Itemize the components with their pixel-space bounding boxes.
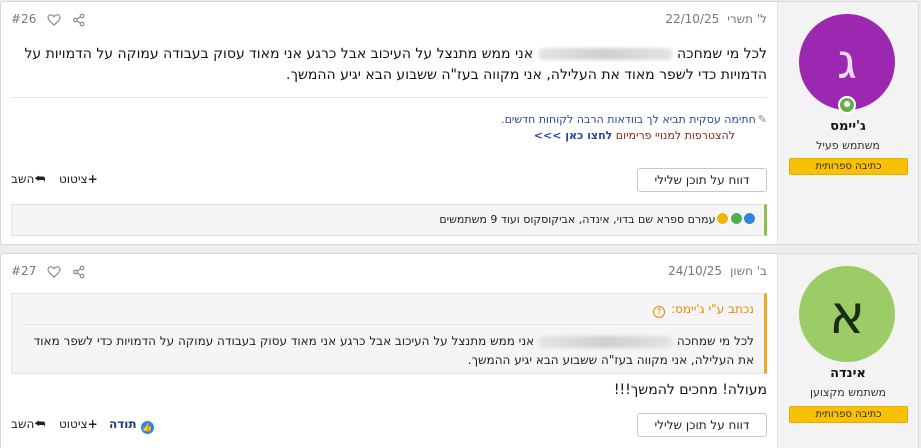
post-meta: ב' חשון 24/10/25 #27 bbox=[11, 264, 767, 280]
user-title: משתמש פעיל bbox=[816, 139, 880, 152]
bookmark-heart-icon[interactable] bbox=[47, 265, 61, 279]
quote-text-start: לכל מי שמחכה bbox=[676, 334, 754, 348]
post-actions: דווח על תוכן שלילי 👍 תודה +ציטוט ⮪השב bbox=[11, 413, 767, 437]
report-button[interactable]: דווח על תוכן שלילי bbox=[637, 168, 767, 192]
thanks-button[interactable]: 👍 תודה bbox=[109, 417, 154, 434]
post-date[interactable]: ל' תשרי 22/10/25 bbox=[665, 12, 767, 26]
smile-reaction-icon bbox=[729, 212, 743, 225]
username[interactable]: אינדה bbox=[778, 366, 918, 381]
hebrew-date: ל' תשרי bbox=[727, 12, 767, 26]
hebrew-date: ב' חשון bbox=[730, 264, 767, 278]
post: ג ג'יימס משתמש פעיל כתיבה ספרותית ל' תשר… bbox=[0, 1, 919, 245]
post-main: ב' חשון 24/10/25 #27 נכתב ע"י ג'יימס:↑ לכ… bbox=[1, 254, 777, 448]
like-reaction-icon bbox=[743, 212, 756, 225]
quote-button[interactable]: +ציטוט bbox=[59, 417, 98, 431]
signature-divider bbox=[11, 97, 767, 98]
post-body: מעולה! מחכים להמשך!!! bbox=[613, 382, 767, 398]
quote-block: נכתב ע"י ג'יימס:↑ לכל מי שמחכה אני ממש מ… bbox=[11, 293, 767, 374]
share-icon[interactable] bbox=[72, 265, 86, 279]
user-panel: א אינדה משתמש מקצוען כתיבה ספרותית bbox=[777, 254, 918, 448]
post-actions: דווח על תוכן שלילי +ציטוט ⮪השב bbox=[11, 168, 767, 192]
signature: ✎חתימה עסקית תביא לך בוודאות הרבה לקוחות… bbox=[501, 112, 767, 144]
reactions-bar[interactable]: עמרם ספרא שם בדוי, אינדה, אביקוסקוס ועוד… bbox=[11, 204, 767, 236]
thumbs-up-icon: 👍 bbox=[140, 421, 154, 434]
signature-line[interactable]: חתימה עסקית תביא לך בוודאות הרבה לקוחות … bbox=[501, 113, 756, 126]
plus-icon: + bbox=[87, 417, 98, 431]
user-banner: כתיבה ספרותית bbox=[789, 158, 908, 175]
plus-icon: + bbox=[87, 172, 98, 186]
reply-button[interactable]: ⮪השב bbox=[11, 417, 45, 432]
gregorian-date: 22/10/25 bbox=[665, 12, 720, 26]
post-date[interactable]: ב' חשון 24/10/25 bbox=[668, 264, 767, 278]
sad-reaction-icon bbox=[716, 212, 729, 225]
avatar-initial: ג bbox=[837, 34, 857, 90]
post-main: ל' תשרי 22/10/25 #26 לכל מי שמחכה אני ממש… bbox=[1, 2, 777, 244]
post-meta: ל' תשרי 22/10/25 #26 bbox=[11, 12, 767, 28]
post-text-start: לכל מי שמחכה bbox=[677, 46, 767, 62]
quote-divider bbox=[22, 324, 754, 325]
quote-button[interactable]: +ציטוט bbox=[59, 172, 98, 186]
avatar[interactable]: א bbox=[799, 266, 895, 362]
post: א אינדה משתמש מקצוען כתיבה ספרותית ב' חש… bbox=[0, 253, 919, 448]
post-number[interactable]: #27 bbox=[11, 264, 36, 278]
post-number[interactable]: #26 bbox=[11, 12, 36, 26]
pencil-icon: ✎ bbox=[757, 113, 767, 126]
username[interactable]: ג'יימס bbox=[778, 119, 918, 134]
user-banner: כתיבה ספרותית bbox=[789, 406, 908, 423]
report-button[interactable]: דווח על תוכן שלילי bbox=[637, 413, 767, 437]
reactions-summary[interactable]: עמרם ספרא שם בדוי, אינדה, אביקוסקוס ועוד… bbox=[439, 213, 715, 226]
reply-arrow-icon: ⮪ bbox=[34, 417, 46, 431]
reply-arrow-icon: ⮪ bbox=[34, 172, 46, 186]
post-body: לכל מי שמחכה אני ממש מתנצל על העיכוב אבל… bbox=[11, 44, 767, 86]
arrow-up-icon: ↑ bbox=[653, 306, 666, 318]
quote-author[interactable]: נכתב ע"י ג'יימס:↑ bbox=[653, 302, 754, 318]
blurred-mention bbox=[537, 48, 673, 60]
signature-premium-text: להצטרפות למנויי פרימיום bbox=[615, 129, 735, 142]
user-title: משתמש מקצוען bbox=[810, 386, 886, 399]
user-panel: ג ג'יימס משתמש פעיל כתיבה ספרותית bbox=[777, 2, 918, 244]
avatar-initial: א bbox=[828, 282, 866, 346]
reply-button[interactable]: ⮪השב bbox=[11, 172, 45, 187]
bookmark-heart-icon[interactable] bbox=[47, 13, 61, 27]
blurred-mention bbox=[538, 335, 674, 348]
quote-text: לכל מי שמחכה אני ממש מתנצל על העיכוב אבל… bbox=[22, 332, 754, 370]
share-icon[interactable] bbox=[72, 13, 86, 27]
online-status-icon bbox=[838, 96, 856, 114]
signature-link[interactable]: לחצו כאן >>> bbox=[534, 129, 613, 142]
gregorian-date: 24/10/25 bbox=[668, 264, 723, 278]
